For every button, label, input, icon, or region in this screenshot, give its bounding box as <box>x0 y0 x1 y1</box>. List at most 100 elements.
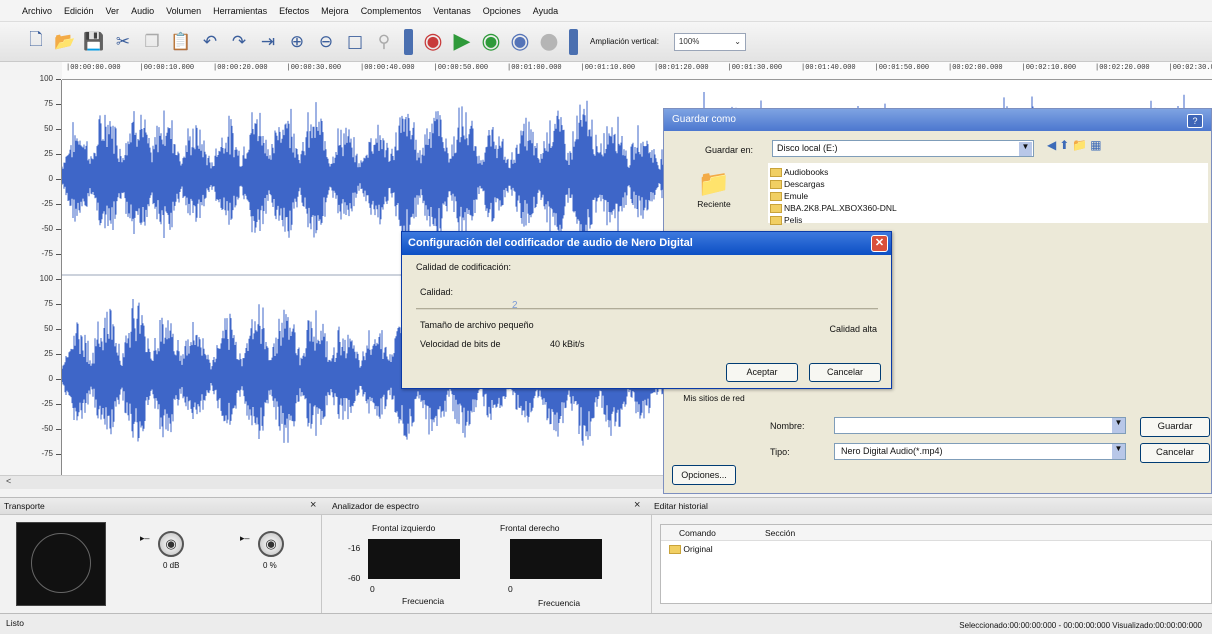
timeline-tick: |00:01:50.000 <box>874 64 930 72</box>
encoder-dialog-titlebar[interactable]: Configuración del codificador de audio d… <box>402 232 891 255</box>
play-loop-icon[interactable]: ◉ <box>479 29 503 54</box>
chevron-down-icon: ⌄ <box>734 37 741 46</box>
new-file-icon[interactable]: 🗋 <box>24 30 48 54</box>
fit-icon[interactable]: ⇥ <box>256 30 280 54</box>
record-icon[interactable]: ◉ <box>421 29 445 54</box>
toolbar-separator <box>569 28 578 55</box>
menu-ventanas[interactable]: Ventanas <box>433 6 471 16</box>
undo-icon[interactable]: ↶ <box>198 30 222 54</box>
vertical-zoom-select[interactable]: 100% ⌄ <box>673 32 746 51</box>
type-label: Tipo: <box>770 447 790 457</box>
slider-track <box>416 308 878 310</box>
close-icon[interactable]: ✕ <box>871 235 888 252</box>
menu-herramientas[interactable]: Herramientas <box>213 6 267 16</box>
file-type-select[interactable]: Nero Digital Audio(*.mp4) <box>834 443 1126 460</box>
list-item[interactable]: Pelis <box>770 215 802 226</box>
close-icon[interactable]: × <box>310 499 316 511</box>
chevron-down-icon[interactable]: ▼ <box>1112 444 1125 459</box>
pan-knob[interactable]: ◉ <box>258 531 284 557</box>
x-tick-zero: 0 <box>370 584 375 594</box>
menu-complementos[interactable]: Complementos <box>361 6 422 16</box>
cancel-button[interactable]: Cancelar <box>809 363 881 382</box>
zoom-selection-icon[interactable]: □ <box>343 30 367 54</box>
menu-ver[interactable]: Ver <box>106 6 120 16</box>
x-tick-zero: 0 <box>508 584 513 594</box>
pause-icon[interactable]: ◉ <box>508 29 532 54</box>
redo-icon[interactable]: ↷ <box>227 30 251 54</box>
copy-icon[interactable]: ❐ <box>140 30 164 54</box>
accept-button[interactable]: Aceptar <box>726 363 798 382</box>
gain-knob[interactable]: ◉ <box>158 531 184 557</box>
history-row[interactable]: Original <box>669 544 713 555</box>
timeline-tick: |00:01:00.000 <box>507 64 562 72</box>
place-recent[interactable]: 📁 Reciente <box>668 169 760 209</box>
quality-slider[interactable]: 2 <box>416 300 878 316</box>
menu-audio[interactable]: Audio <box>131 6 154 16</box>
amplitude-tick: 50 <box>44 124 61 133</box>
column-section[interactable]: Sección <box>765 528 795 538</box>
folder-icon <box>770 192 782 202</box>
save-dialog-titlebar[interactable]: Guardar como ? <box>664 109 1211 131</box>
paste-icon[interactable]: 📋 <box>169 30 193 54</box>
file-list: Audiobooks Descargas Emule NBA.2K8.PAL.X… <box>768 163 1208 226</box>
pan-icon: ▸– <box>240 533 250 543</box>
save-button[interactable]: Guardar <box>1140 417 1210 437</box>
menu-edicion[interactable]: Edición <box>64 6 94 16</box>
save-icon[interactable]: 💾 <box>82 30 106 54</box>
list-item[interactable]: NBA.2K8.PAL.XBOX360-DNL <box>770 203 897 214</box>
menu-opciones[interactable]: Opciones <box>483 6 521 16</box>
place-network[interactable]: Mis sitios de red <box>668 393 760 403</box>
zoom-in-icon[interactable]: ⊕ <box>285 30 309 54</box>
list-item[interactable]: Audiobooks <box>770 167 828 178</box>
menu-mejora[interactable]: Mejora <box>321 6 349 16</box>
pan-value: 0 % <box>263 561 277 570</box>
jog-wheel[interactable] <box>16 522 106 606</box>
timeline-tick: |00:01:10.000 <box>580 64 636 72</box>
app-window: Archivo Edición Ver Audio Volumen Herram… <box>0 0 1212 634</box>
options-button[interactable]: Opciones... <box>672 465 736 485</box>
stop-icon[interactable]: ● <box>537 29 561 54</box>
play-icon[interactable]: ▶ <box>450 29 474 54</box>
menu-efectos[interactable]: Efectos <box>279 6 309 16</box>
left-spectrum-display <box>368 539 460 579</box>
folder-icon <box>770 204 782 214</box>
cancel-save-button[interactable]: Cancelar <box>1140 443 1210 463</box>
list-item[interactable]: Descargas <box>770 179 825 190</box>
menu-ayuda[interactable]: Ayuda <box>533 6 558 16</box>
status-bar: Listo Seleccionado:00:00:00:000 - 00:00:… <box>0 613 1212 634</box>
timeline-tick: |00:02:30.000 <box>1168 64 1212 72</box>
timeline-tick: |00:02:00.000 <box>948 64 1003 72</box>
amplitude-tick: 100 <box>39 74 62 83</box>
toolbar: 🗋 📂 💾 ✂ ❐ 📋 ↶ ↷ ⇥ ⊕ ⊖ □ ⚲ ◉ ▶ ◉ ◉ ● Ampl… <box>0 22 1212 62</box>
navigation-icons[interactable]: ◀⬆📁▦ <box>1047 138 1105 152</box>
chevron-down-icon[interactable]: ▼ <box>1112 418 1125 433</box>
amplitude-tick: 25 <box>44 349 61 358</box>
save-in-select[interactable]: Disco local (E:) ▼ <box>772 140 1034 157</box>
close-icon[interactable]: × <box>634 499 640 511</box>
right-channel-label: Frontal derecho <box>500 523 560 533</box>
right-spectrum-display <box>510 539 602 579</box>
zoom-full-icon[interactable]: ⚲ <box>372 30 396 54</box>
status-text: Listo <box>6 618 24 628</box>
volume-icon: ▸– <box>140 533 150 543</box>
zoom-out-icon[interactable]: ⊖ <box>314 30 338 54</box>
save-in-value: Disco local (E:) <box>777 143 838 153</box>
column-command[interactable]: Comando <box>679 528 716 538</box>
help-icon[interactable]: ? <box>1187 114 1203 128</box>
list-item[interactable]: Emule <box>770 191 808 202</box>
amplitude-tick: 25 <box>44 149 61 158</box>
scroll-left-icon[interactable]: < <box>6 476 11 486</box>
toolbar-separator <box>404 28 413 55</box>
timeline-tick: |00:00:20.000 <box>213 64 268 72</box>
timeline-tick: |00:02:10.000 <box>1021 64 1077 72</box>
cut-icon[interactable]: ✂ <box>111 30 135 54</box>
timeline-tick: |00:00:50.000 <box>433 64 489 72</box>
menu-archivo[interactable]: Archivo <box>22 6 52 16</box>
open-folder-icon[interactable]: 📂 <box>53 30 77 54</box>
file-name-field[interactable] <box>834 417 1126 434</box>
name-label: Nombre: <box>770 421 805 431</box>
transport-title: Transporte <box>4 501 45 511</box>
quality-label: Calidad: <box>420 287 454 297</box>
menu-volumen[interactable]: Volumen <box>166 6 201 16</box>
timeline-ruler[interactable]: |00:00:00.000 |00:00:10.000 |00:00:20.000 |… <box>62 62 1212 80</box>
